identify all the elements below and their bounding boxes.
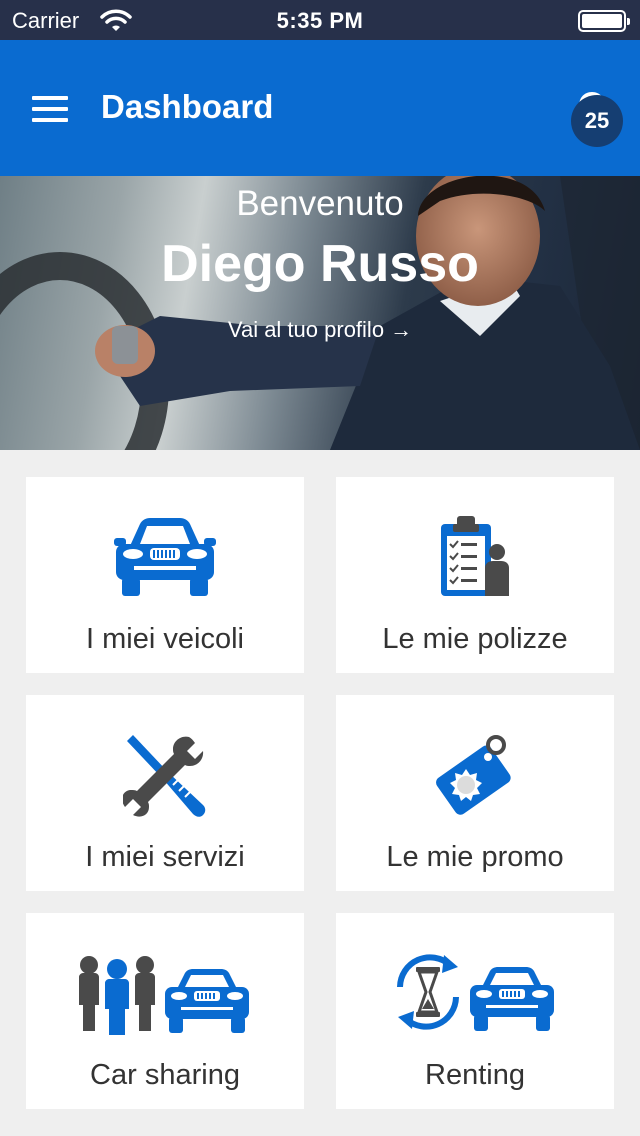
app-bar: Dashboard 25 [0,40,640,176]
menu-button[interactable] [30,94,70,124]
tile-label: Le mie polizze [382,623,568,655]
tile-my-policies[interactable]: Le mie polizze [336,477,614,673]
arrow-right-icon: → [390,317,413,342]
tile-my-promos[interactable]: Le mie promo [336,695,614,891]
status-time: 5:35 PM [276,8,364,33]
hamburger-icon [32,96,68,100]
hourglass-car-icon [397,954,554,1031]
status-bar: Carrier 5:35 PM [0,0,640,40]
tile-label: Car sharing [90,1059,240,1091]
tile-my-services[interactable]: I miei servizi [26,695,304,891]
profile-link-label: Vai al tuo profilo [227,317,385,342]
tile-renting[interactable]: Renting [336,913,614,1109]
tile-label: Le mie promo [386,841,564,873]
battery-icon [578,10,630,32]
people-car-icon [79,956,249,1035]
tile-label: Renting [425,1059,525,1091]
notification-badge: 25 [571,95,623,147]
profile-link[interactable]: Vai al tuo profilo → [0,317,640,343]
welcome-text: Benvenuto [236,184,404,223]
clipboard-person-icon [441,516,509,596]
tile-my-vehicles[interactable]: I miei veicoli [26,477,304,673]
user-name: Diego Russo [161,235,479,293]
wrench-screwdriver-icon [123,735,206,817]
page-title: Dashboard [101,88,274,125]
tile-label: I miei servizi [85,841,245,873]
promo-tag-icon [436,735,511,815]
tile-label: I miei veicoli [86,623,244,655]
tile-car-sharing[interactable]: Car sharing [26,913,304,1109]
hero-banner: Benvenuto Diego Russo Vai al tuo profilo… [0,176,640,450]
car-icon [114,518,216,596]
